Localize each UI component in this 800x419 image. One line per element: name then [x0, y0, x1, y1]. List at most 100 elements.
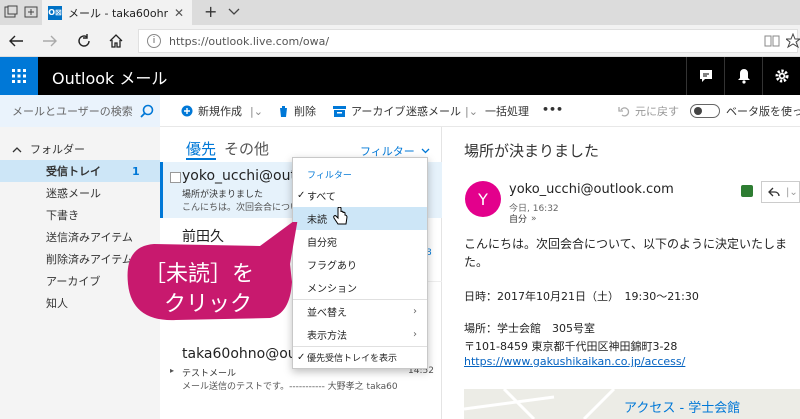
- home-icon[interactable]: [108, 33, 124, 49]
- folders-header-label: フォルダー: [30, 143, 85, 156]
- checkmark-icon: ✓: [297, 190, 306, 201]
- callout-line-2: クリック: [164, 292, 253, 317]
- email-body-line: た。: [464, 255, 489, 269]
- plus-circle-icon: [181, 105, 193, 117]
- toggle-knob: [694, 107, 702, 115]
- forward-arrow-icon[interactable]: [42, 34, 58, 48]
- skype-chat-icon[interactable]: [686, 57, 724, 95]
- nav-item-label: 下書き: [46, 209, 79, 222]
- nav-item-label: アーカイブ: [46, 275, 101, 288]
- refresh-icon[interactable]: [76, 33, 92, 49]
- settings-gear-icon[interactable]: [762, 57, 800, 95]
- new-tab-icon[interactable]: +: [204, 2, 217, 21]
- browser-tab-bar: O⊠ メール - taka60ohno@ou ✕ +: [0, 0, 800, 25]
- unread-count-badge: 1: [132, 164, 140, 178]
- callout-line-1: ［未読］を: [144, 262, 255, 287]
- filter-chevron-icon: [421, 148, 430, 154]
- new-mail-button[interactable]: 新規作成 |⌄: [181, 103, 263, 119]
- nav-item-label: 受信トレイ: [46, 165, 101, 178]
- notification-bell-icon[interactable]: [724, 57, 762, 95]
- more-label: •••: [542, 103, 564, 116]
- archive-label: アーカイブ: [351, 105, 406, 118]
- tab-other[interactable]: その他: [224, 138, 269, 159]
- email-date-line: 日時：2017年10月21日（土） 19:30～21:30: [464, 290, 699, 303]
- message-sender: yoko_ucchi@outlo: [182, 168, 309, 184]
- email-place-line: 場所：学士会館 305号室: [464, 322, 595, 335]
- search-input[interactable]: メールとユーザーの検索: [0, 95, 160, 127]
- browser-tab[interactable]: O⊠ メール - taka60ohno@ou ✕: [42, 0, 192, 25]
- message-checkbox[interactable]: [170, 172, 181, 183]
- filter-option-all[interactable]: ✓ すべて: [293, 184, 427, 207]
- junk-label: 迷惑メール: [406, 105, 461, 118]
- message-subject: テストメール: [182, 369, 237, 379]
- set-aside-tabs-icon[interactable]: [24, 5, 38, 19]
- email-address-line: 〒101-8459 東京都千代田区神田錦町3-28: [464, 340, 678, 353]
- tab-manager-icon[interactable]: [4, 5, 18, 19]
- sender-avatar[interactable]: Y: [465, 181, 501, 217]
- undo-button[interactable]: 元に戻す: [618, 103, 679, 119]
- sweep-button[interactable]: 一括処理: [485, 103, 529, 119]
- new-mail-label: 新規作成: [198, 105, 242, 118]
- recipient-label: 自分: [509, 215, 528, 225]
- dropdown-header: フィルター: [307, 171, 352, 181]
- tab-list-chevron-icon[interactable]: [228, 7, 240, 17]
- url-field[interactable]: i https://outlook.live.com/owa/: [138, 29, 798, 53]
- tab-title: メール - taka60ohno@ou: [68, 6, 168, 20]
- expand-thread-icon[interactable]: ▸: [170, 366, 174, 375]
- filter-option-label: 優先受信トレイを表示: [307, 354, 398, 364]
- tab-focused-underline: [186, 158, 216, 160]
- reply-arrow-icon: [768, 187, 780, 197]
- trash-icon: [279, 106, 288, 117]
- tab-focused[interactable]: 優先: [186, 138, 216, 159]
- junk-button[interactable]: 迷惑メール |⌄: [406, 103, 478, 119]
- outlook-favicon-icon: O⊠: [48, 5, 62, 20]
- show-focused-inbox-option[interactable]: ✓ 優先受信トレイを表示: [293, 346, 427, 369]
- nav-item-junk[interactable]: 迷惑メール: [0, 182, 160, 204]
- outlook-header: Outlook メール: [0, 57, 800, 95]
- url-text: https://outlook.live.com/owa/: [169, 34, 330, 48]
- chevron-right-icon: ›: [413, 306, 417, 317]
- delete-label: 削除: [294, 105, 316, 118]
- junk-chevron-icon[interactable]: |⌄: [465, 105, 478, 118]
- search-placeholder: メールとユーザーの検索: [12, 105, 133, 118]
- nav-item-inbox[interactable]: 受信トレイ 1: [0, 160, 160, 182]
- more-commands-button[interactable]: •••: [542, 103, 563, 116]
- favorite-star-icon[interactable]: [786, 33, 800, 49]
- beta-toggle[interactable]: [690, 104, 720, 118]
- message-subject: 場所が決まりました: [182, 190, 264, 200]
- reading-view-icon[interactable]: [764, 34, 780, 48]
- email-from[interactable]: yoko_ucchi@outlook.com: [509, 182, 674, 197]
- reading-pane: 場所が決まりました Y yoko_ucchi@outlook.com 今日, 1…: [443, 127, 800, 419]
- email-body-line: こんにちは。次回会合について、以下のように決定いたしま: [464, 237, 788, 251]
- delete-button[interactable]: 削除: [278, 103, 316, 119]
- sweep-label: 一括処理: [485, 105, 529, 118]
- beta-label: ベータ版を使ってみ: [726, 105, 800, 118]
- app-launcher-icon[interactable]: [0, 57, 38, 95]
- hand-cursor-icon: [333, 207, 349, 227]
- new-mail-chevron-icon[interactable]: |⌄: [250, 105, 263, 118]
- tab-close-icon[interactable]: ✕: [174, 6, 184, 20]
- back-arrow-icon[interactable]: [8, 34, 24, 48]
- folders-header[interactable]: フォルダー: [12, 141, 85, 157]
- filter-option-label: すべて: [307, 192, 336, 203]
- site-info-icon[interactable]: i: [147, 34, 161, 48]
- map-preview[interactable]: アクセス - 学士会館: [464, 389, 800, 419]
- email-recipients[interactable]: 自分 »: [509, 212, 537, 226]
- archive-button[interactable]: アーカイブ: [333, 103, 405, 119]
- message-preview: メール送信のテストです。----------- 大野孝之 taka60o: [182, 382, 398, 392]
- undo-icon: [618, 107, 630, 117]
- search-icon[interactable]: [140, 104, 154, 118]
- archive-icon: [333, 106, 346, 117]
- nav-item-label: 迷惑メール: [46, 187, 101, 200]
- reply-options-chevron-icon[interactable]: |⌄: [786, 187, 798, 198]
- app-title: Outlook メール: [52, 69, 168, 88]
- email-link[interactable]: https://www.gakushikaikan.co.jp/access/: [464, 355, 685, 368]
- chevron-up-icon: [12, 147, 22, 153]
- addin-icon[interactable]: [741, 185, 753, 197]
- map-label[interactable]: アクセス - 学士会館: [624, 397, 740, 416]
- expand-recipients-icon[interactable]: »: [531, 214, 537, 224]
- reply-button[interactable]: |⌄: [761, 181, 800, 203]
- browser-address-bar: i https://outlook.live.com/owa/: [0, 25, 800, 57]
- checkmark-icon: ✓: [297, 352, 306, 363]
- chevron-right-icon: ›: [413, 329, 417, 340]
